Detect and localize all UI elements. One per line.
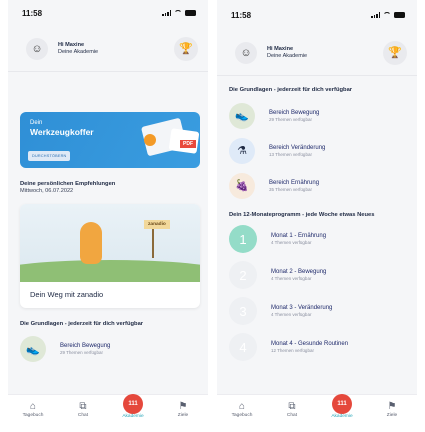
chat-icon: ⧉ bbox=[79, 401, 87, 412]
tab-bar: ⌂ Tagebuch ⧉ Chat 111 Akademie ⚑ Ziele bbox=[8, 394, 208, 432]
academy-badge: 111 bbox=[332, 394, 352, 414]
recommendations-header: Deine persönlichen Empfehlungen Mittwoch… bbox=[8, 180, 208, 194]
signal-icon bbox=[371, 12, 380, 18]
status-bar: 11:58 bbox=[217, 0, 417, 30]
tab-ziele[interactable]: ⚑ Ziele bbox=[372, 401, 412, 418]
home-icon: ⌂ bbox=[238, 401, 246, 412]
month-number: 3 bbox=[229, 297, 257, 325]
academy-badge: 111 bbox=[123, 394, 143, 414]
list-item-bewegung[interactable]: 👟 Bereich Bewegung 29 Themen verfügbar bbox=[217, 98, 417, 133]
tab-bar: ⌂ Tagebuch ⧉ Chat 111 Akademie ⚑ Ziele bbox=[217, 394, 417, 432]
recommendations-title: Deine persönlichen Empfehlungen bbox=[20, 181, 116, 187]
wifi-icon bbox=[383, 12, 391, 18]
greeting: Hi Maxine bbox=[58, 41, 85, 48]
recommendations-date: Mittwoch, 06.07.2022 bbox=[20, 188, 74, 194]
signal-icon bbox=[162, 10, 171, 16]
month-item-3[interactable]: 3 Monat 3 - Veränderung 4 Themen verfügb… bbox=[217, 293, 417, 329]
item-title: Bereich Bewegung bbox=[269, 109, 320, 116]
item-title: Monat 2 - Bewegung bbox=[271, 269, 327, 275]
screen-academy: 11:58 ☺ Hi Maxine Deine Akademie 🏆 Die G… bbox=[217, 0, 417, 432]
screen-home: 11:58 ☺ Hi Maxine Deine Akademie 🏆 Dein … bbox=[8, 0, 208, 432]
tab-tagebuch[interactable]: ⌂ Tagebuch bbox=[222, 401, 262, 418]
home-icon: ⌂ bbox=[29, 401, 37, 412]
tab-akademie[interactable]: 111 Akademie bbox=[322, 394, 362, 419]
list-item-veraenderung[interactable]: ⚗ Bereich Veränderung 13 Themen verfügba… bbox=[217, 133, 417, 168]
item-title: Monat 1 - Ernährung bbox=[271, 233, 327, 239]
month-item-4[interactable]: 4 Monat 4 - Gesunde Routinen 12 Themen v… bbox=[217, 329, 417, 365]
item-sub: 29 Themen verfügbar bbox=[269, 116, 312, 122]
item-title: Monat 3 - Veränderung bbox=[271, 305, 333, 311]
basics-title: Die Grundlagen - jederzeit für dich verf… bbox=[20, 321, 144, 327]
flag-icon: ⚑ bbox=[387, 401, 397, 412]
greeting: Hi Maxine bbox=[267, 45, 294, 52]
profile-subtitle: Deine Akademie bbox=[267, 52, 308, 59]
change-icon: ⚗ bbox=[229, 137, 255, 164]
status-bar: 11:58 bbox=[8, 0, 208, 26]
tab-tagebuch[interactable]: ⌂ Tagebuch bbox=[13, 401, 53, 418]
shoe-icon: 👟 bbox=[20, 336, 46, 362]
item-title: Bereich Ernährung bbox=[269, 179, 320, 186]
item-sub: 4 Themen verfügbar bbox=[271, 240, 312, 245]
food-icon: 🍇 bbox=[229, 172, 255, 199]
flag-icon: ⚑ bbox=[178, 401, 188, 412]
status-time: 11:58 bbox=[22, 8, 43, 18]
zanadio-sign: zanadio bbox=[144, 220, 170, 229]
list-item-bewegung[interactable]: 👟 Bereich Bewegung 29 Themen verfügbar bbox=[8, 332, 208, 366]
basics-title: Die Grundlagen - jederzeit für dich verf… bbox=[229, 87, 353, 93]
wifi-icon bbox=[174, 10, 182, 16]
tab-ziele[interactable]: ⚑ Ziele bbox=[163, 401, 203, 418]
trophy-icon[interactable]: 🏆 bbox=[383, 40, 407, 65]
pdf-badge: PDF bbox=[180, 140, 196, 148]
avatar[interactable]: ☺ bbox=[26, 37, 48, 60]
status-time: 11:58 bbox=[231, 10, 252, 20]
item-sub: 13 Themen verfügbar bbox=[269, 151, 312, 157]
item-sub: 12 Themen verfügbar bbox=[271, 348, 314, 353]
item-sub: 4 Themen verfügbar bbox=[271, 276, 312, 281]
avatar[interactable]: ☺ bbox=[235, 41, 257, 64]
profile-name: Hi Maxine Deine Akademie bbox=[58, 42, 98, 56]
journey-illustration: zanadio bbox=[20, 204, 200, 282]
item-title: Monat 4 - Gesunde Routinen bbox=[271, 341, 349, 347]
item-title: Bereich Veränderung bbox=[269, 144, 326, 151]
tab-akademie[interactable]: 111 Akademie bbox=[113, 394, 153, 419]
status-icons bbox=[162, 10, 196, 16]
item-title: Bereich Bewegung bbox=[60, 343, 111, 349]
battery-icon bbox=[185, 10, 196, 16]
item-sub: 29 Themen verfügbar bbox=[60, 350, 103, 355]
battery-icon bbox=[394, 12, 405, 18]
journey-caption: Dein Weg mit zanadio bbox=[30, 290, 104, 299]
journey-card[interactable]: zanadio Dein Weg mit zanadio bbox=[20, 204, 200, 308]
month-item-2[interactable]: 2 Monat 2 - Bewegung 4 Themen verfügbar bbox=[217, 257, 417, 293]
profile-header: ☺ Hi Maxine Deine Akademie 🏆 bbox=[217, 30, 417, 76]
tab-chat[interactable]: ⧉ Chat bbox=[63, 401, 103, 418]
program-title: Dein 12-Monateprogramm - jede Woche etwa… bbox=[229, 212, 375, 218]
item-sub: 35 Themen verfügbar bbox=[269, 186, 312, 192]
month-number: 2 bbox=[229, 261, 257, 289]
month-number: 1 bbox=[229, 225, 257, 253]
item-sub: 4 Themen verfügbar bbox=[271, 312, 312, 317]
browse-button[interactable]: DURCHSTÖBERN bbox=[28, 151, 71, 161]
chat-icon: ⧉ bbox=[288, 401, 296, 412]
profile-header: ☺ Hi Maxine Deine Akademie 🏆 bbox=[8, 26, 208, 72]
orb-illustration bbox=[144, 134, 156, 146]
status-icons bbox=[371, 12, 405, 18]
tab-chat[interactable]: ⧉ Chat bbox=[272, 401, 312, 418]
profile-name: Hi Maxine Deine Akademie bbox=[267, 46, 307, 60]
month-number: 4 bbox=[229, 333, 257, 361]
toolbox-card[interactable]: Dein Werkzeugkoffer PDF DURCHSTÖBERN bbox=[20, 112, 200, 168]
month-item-1[interactable]: 1 Monat 1 - Ernährung 4 Themen verfügbar bbox=[217, 221, 417, 257]
profile-subtitle: Deine Akademie bbox=[58, 48, 99, 55]
list-item-ernaehrung[interactable]: 🍇 Bereich Ernährung 35 Themen verfügbar bbox=[217, 168, 417, 203]
shoe-icon: 👟 bbox=[229, 102, 255, 129]
trophy-icon[interactable]: 🏆 bbox=[174, 36, 198, 61]
